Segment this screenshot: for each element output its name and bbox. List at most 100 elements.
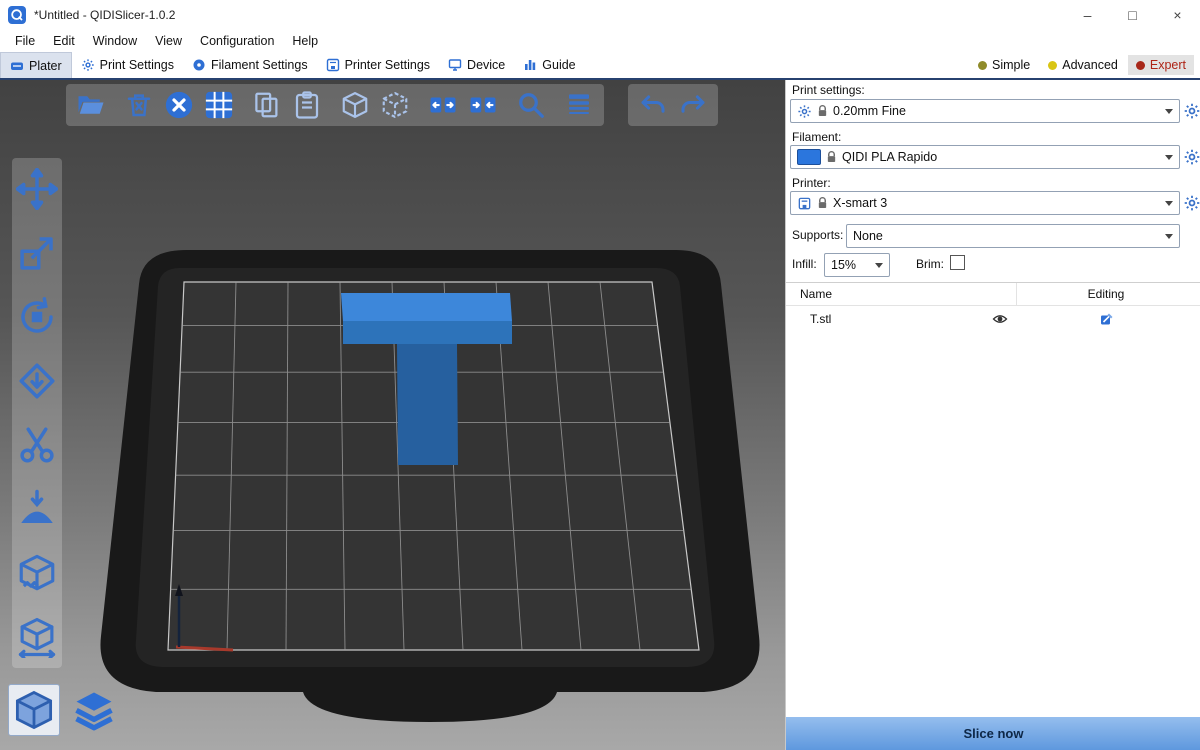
menu-configuration[interactable]: Configuration — [191, 34, 283, 48]
printer-combo[interactable]: X-smart 3 — [790, 191, 1180, 215]
printer-icon — [797, 196, 812, 211]
advanced-mode-dot-icon — [1048, 61, 1057, 70]
chevron-down-icon — [875, 263, 883, 268]
tab-device[interactable]: Device — [439, 53, 514, 78]
minimize-button[interactable]: – — [1065, 0, 1110, 30]
move-tool-icon[interactable] — [16, 168, 58, 210]
printer-settings-icon — [326, 58, 340, 72]
scale-tool-icon[interactable] — [16, 232, 58, 274]
name-column-header: Name — [800, 287, 832, 301]
slice-now-button[interactable]: Slice now — [786, 717, 1200, 750]
filament-label: Filament: — [792, 130, 841, 144]
arrange-icon[interactable] — [204, 90, 234, 120]
filament-gear-button[interactable] — [1183, 148, 1200, 166]
delete-icon[interactable] — [124, 90, 154, 120]
titlebar: *Untitled - QIDISlicer-1.0.2 – □ × — [0, 0, 1200, 30]
model-top-face[interactable] — [341, 293, 512, 321]
remove-instance-icon[interactable] — [380, 90, 410, 120]
app-logo-icon — [8, 6, 26, 24]
chevron-down-icon — [1165, 201, 1173, 206]
view-toggles — [8, 684, 120, 736]
tab-guide[interactable]: Guide — [514, 53, 584, 78]
copy-icon[interactable] — [252, 90, 282, 120]
add-instance-icon[interactable] — [340, 90, 370, 120]
tab-printer-settings-label: Printer Settings — [345, 58, 430, 72]
simple-mode-dot-icon — [978, 61, 987, 70]
visibility-eye-icon[interactable] — [992, 311, 1008, 327]
guide-icon — [523, 58, 537, 72]
editing-column-header: Editing — [1041, 287, 1171, 301]
model-stem-face[interactable] — [397, 344, 458, 465]
menubar: File Edit Window View Configuration Help — [0, 30, 1200, 52]
brim-label: Brim: — [916, 257, 944, 271]
print-settings-icon — [81, 58, 95, 72]
filament-color-swatch — [797, 149, 821, 165]
infill-combo[interactable]: 15% — [824, 253, 890, 277]
mode-advanced[interactable]: Advanced — [1040, 55, 1126, 75]
delete-all-icon[interactable] — [164, 90, 194, 120]
viewport-3d[interactable] — [0, 80, 785, 750]
print-settings-combo[interactable]: 0.20mm Fine — [790, 99, 1180, 123]
place-on-face-tool-icon[interactable] — [16, 360, 58, 402]
tab-device-label: Device — [467, 58, 505, 72]
undo-icon[interactable] — [638, 90, 668, 120]
tab-plater[interactable]: Plater — [0, 52, 72, 78]
redo-icon[interactable] — [678, 90, 708, 120]
gear-icon — [797, 104, 812, 119]
expert-mode-dot-icon — [1136, 61, 1145, 70]
fuzzy-skin-tool-icon[interactable] — [16, 552, 58, 594]
menu-edit[interactable]: Edit — [44, 34, 84, 48]
lock-icon — [817, 104, 828, 118]
plater-icon — [10, 59, 24, 73]
print-settings-value: 0.20mm Fine — [833, 104, 906, 118]
paint-support-tool-icon[interactable] — [16, 488, 58, 530]
viewport-3d-scene[interactable] — [0, 80, 785, 750]
object-list-row[interactable]: T.stl — [786, 306, 1200, 332]
printer-gear-button[interactable] — [1183, 194, 1200, 212]
menu-file[interactable]: File — [6, 34, 44, 48]
chevron-down-icon — [1165, 155, 1173, 160]
filament-value: QIDI PLA Rapido — [842, 150, 937, 164]
supports-combo[interactable]: None — [846, 224, 1180, 248]
tab-filament-settings[interactable]: Filament Settings — [183, 53, 317, 78]
filament-combo[interactable]: QIDI PLA Rapido — [790, 145, 1180, 169]
mode-simple[interactable]: Simple — [970, 55, 1038, 75]
tab-guide-label: Guide — [542, 58, 575, 72]
tab-plater-label: Plater — [29, 59, 62, 73]
filament-settings-icon — [192, 58, 206, 72]
paste-icon[interactable] — [292, 90, 322, 120]
close-button[interactable]: × — [1155, 0, 1200, 30]
split-objects-icon[interactable] — [428, 90, 458, 120]
tab-printer-settings[interactable]: Printer Settings — [317, 53, 439, 78]
search-icon[interactable] — [516, 90, 546, 120]
variable-layer-height-icon[interactable] — [564, 90, 594, 120]
object-name: T.stl — [810, 312, 831, 326]
preview-layers-view-button[interactable] — [68, 684, 120, 736]
infill-value: 15% — [831, 258, 856, 272]
print-settings-label: Print settings: — [792, 83, 865, 97]
app-window: *Untitled - QIDISlicer-1.0.2 – □ × File … — [0, 0, 1200, 750]
split-parts-icon[interactable] — [468, 90, 498, 120]
tab-print-settings[interactable]: Print Settings — [72, 53, 183, 78]
supports-label: Supports: — [792, 228, 843, 242]
print-settings-gear-button[interactable] — [1183, 102, 1200, 120]
brim-checkbox[interactable] — [950, 255, 965, 270]
mode-switcher: Simple Advanced Expert — [970, 55, 1200, 75]
layers-stack-icon — [73, 689, 115, 731]
maximize-button[interactable]: □ — [1110, 0, 1155, 30]
model-front-face[interactable] — [343, 321, 512, 344]
cut-tool-icon[interactable] — [16, 424, 58, 466]
object-editing-icon[interactable] — [1099, 311, 1115, 327]
mode-expert[interactable]: Expert — [1128, 55, 1194, 75]
measure-tool-icon[interactable] — [16, 616, 58, 658]
lock-icon — [826, 150, 837, 164]
rotate-tool-icon[interactable] — [16, 296, 58, 338]
tabbar: Plater Print Settings Filament Settings — [0, 52, 1200, 81]
menu-help[interactable]: Help — [283, 34, 327, 48]
left-toolbar — [12, 158, 62, 668]
menu-view[interactable]: View — [146, 34, 191, 48]
menu-window[interactable]: Window — [84, 34, 146, 48]
mode-simple-label: Simple — [992, 58, 1030, 72]
editor-3d-view-button[interactable] — [8, 684, 60, 736]
open-file-icon[interactable] — [76, 90, 106, 120]
